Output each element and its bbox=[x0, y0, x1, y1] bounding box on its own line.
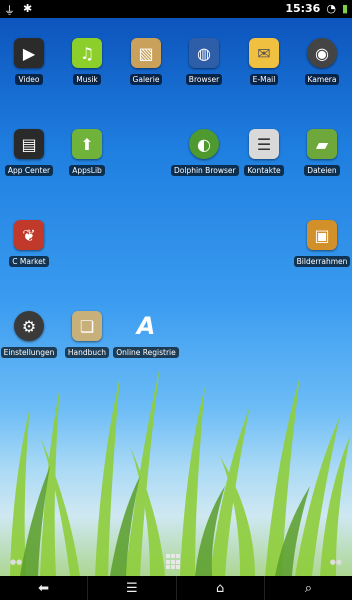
music-icon: ♫ bbox=[72, 38, 102, 68]
app-video[interactable]: ▶ Video bbox=[0, 38, 62, 89]
wifi-icon: ◔ bbox=[326, 2, 336, 15]
app-galerie[interactable]: ▧ Galerie bbox=[113, 38, 179, 89]
status-left: ⏚ ✱ bbox=[4, 2, 32, 18]
menu-button[interactable]: ☰ bbox=[88, 576, 177, 600]
app-center-icon: ▤ bbox=[14, 129, 44, 159]
app-dateien[interactable]: ▰ Dateien bbox=[289, 129, 352, 180]
grass-wallpaper bbox=[10, 366, 350, 576]
dolphin-icon: ◐ bbox=[189, 129, 219, 159]
contacts-icon: ☰ bbox=[249, 129, 279, 159]
app-label: C Market bbox=[9, 256, 49, 267]
app-label: Kontakte bbox=[244, 165, 284, 176]
app-kamera[interactable]: ◉ Kamera bbox=[289, 38, 352, 89]
home-icon: ⌂ bbox=[215, 580, 225, 596]
app-label: Handbuch bbox=[64, 347, 110, 358]
back-button[interactable]: ⬅ bbox=[0, 576, 89, 600]
gallery-icon: ▧ bbox=[131, 38, 161, 68]
right-screen-indicator[interactable]: ●● bbox=[330, 558, 342, 566]
app-label: AppsLib bbox=[69, 165, 105, 176]
app-label: Dolphin Browser bbox=[171, 165, 239, 176]
app-email[interactable]: ✉ E-Mail bbox=[231, 38, 297, 89]
video-icon: ▶ bbox=[14, 38, 44, 68]
appslib-icon: ⬆ bbox=[72, 129, 102, 159]
battery-icon: ▮ bbox=[341, 2, 348, 15]
app-bilderrahmen[interactable]: ▣ Bilderrahmen bbox=[289, 220, 352, 271]
app-label: Musik bbox=[73, 74, 101, 85]
status-bar: ⏚ ✱ 15:36 ◔ ▮ bbox=[0, 0, 352, 18]
menu-icon: ☰ bbox=[126, 580, 138, 596]
bug-icon: ✱ bbox=[23, 2, 33, 15]
app-label: E-Mail bbox=[249, 74, 279, 85]
left-screen-indicator[interactable]: ●● bbox=[10, 558, 22, 566]
search-icon: ⌕ bbox=[304, 580, 313, 596]
search-button[interactable]: ⌕ bbox=[265, 576, 352, 600]
app-musik[interactable]: ♫ Musik bbox=[54, 38, 120, 89]
app-einstellungen[interactable]: ⚙ Einstellungen bbox=[0, 311, 62, 362]
settings-icon: ⚙ bbox=[14, 311, 44, 341]
picture-frame-icon: ▣ bbox=[307, 220, 337, 250]
app-dolphin-browser[interactable]: ◐ Dolphin Browser bbox=[171, 129, 239, 180]
navigation-bar: ⬅ ☰ ⌂ ⌕ bbox=[0, 576, 352, 600]
app-drawer-button[interactable] bbox=[166, 554, 182, 570]
usb-icon: ⏚ bbox=[4, 4, 15, 17]
app-label: Browser bbox=[185, 74, 223, 85]
app-handbuch[interactable]: ❏ Handbuch bbox=[54, 311, 120, 362]
app-label: Video bbox=[15, 74, 43, 85]
camera-icon: ◉ bbox=[307, 38, 337, 68]
app-label: Einstellungen bbox=[0, 347, 58, 358]
app-label: Online Registrie bbox=[113, 347, 179, 358]
app-label: Galerie bbox=[129, 74, 163, 85]
app-c-market[interactable]: ❦ C Market bbox=[0, 220, 62, 271]
status-right: 15:36 ◔ ▮ bbox=[285, 2, 348, 15]
app-app-center[interactable]: ▤ App Center bbox=[0, 129, 62, 180]
app-kontakte[interactable]: ☰ Kontakte bbox=[231, 129, 297, 180]
email-icon: ✉ bbox=[249, 38, 279, 68]
plant-icon: ❦ bbox=[14, 220, 44, 250]
app-appslib[interactable]: ⬆ AppsLib bbox=[54, 129, 120, 180]
globe-icon: ◍ bbox=[189, 38, 219, 68]
app-label: Bilderrahmen bbox=[293, 256, 351, 267]
manual-icon: ❏ bbox=[72, 311, 102, 341]
app-label: App Center bbox=[4, 165, 54, 176]
status-time: 15:36 bbox=[285, 2, 321, 15]
registration-icon: A bbox=[136, 312, 156, 340]
app-browser[interactable]: ◍ Browser bbox=[171, 38, 237, 89]
app-label: Kamera bbox=[304, 74, 340, 85]
app-online-registrierung[interactable]: A Online Registrie bbox=[113, 311, 179, 362]
app-label: Dateien bbox=[304, 165, 340, 176]
back-icon: ⬅ bbox=[38, 580, 50, 596]
home-button[interactable]: ⌂ bbox=[177, 576, 265, 600]
folder-icon: ▰ bbox=[307, 129, 337, 159]
